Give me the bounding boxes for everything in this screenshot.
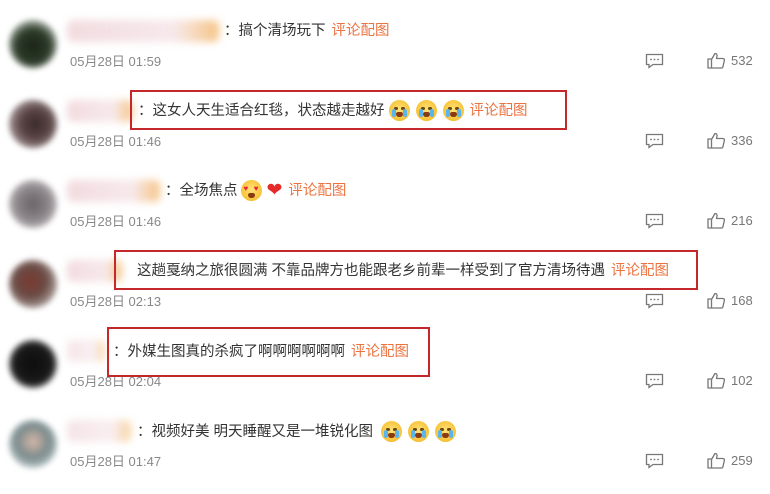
crying-face-icon	[408, 421, 430, 442]
username[interactable]	[67, 20, 219, 42]
comment-content: ：视频好美 明天睡醒又是一堆锐化图	[137, 421, 457, 442]
thumbs-up-icon[interactable]	[707, 212, 725, 229]
comment-icon[interactable]	[645, 453, 664, 469]
avatar[interactable]	[9, 340, 57, 388]
avatar[interactable]	[9, 260, 57, 308]
avatar[interactable]	[9, 20, 57, 68]
comment-content: ：全场焦点 ♥ ♥ ❤ 评论配图	[165, 180, 346, 201]
comment-image-link[interactable]: 评论配图	[288, 181, 346, 201]
comment-icon[interactable]	[645, 373, 664, 389]
crying-face-icon	[381, 421, 403, 442]
like-count: 102	[731, 373, 753, 388]
timestamp: 05月28日 01:47	[70, 454, 162, 469]
thumbs-up-icon[interactable]	[707, 52, 725, 69]
comment-text: ：搞个清场玩下	[224, 23, 326, 39]
comment-content: ：搞个清场玩下 评论配图	[224, 21, 390, 41]
comment-icon[interactable]	[645, 53, 664, 69]
thumbs-up-icon[interactable]	[707, 452, 725, 469]
comment-text: ：全场焦点	[165, 182, 238, 199]
heart-eyes-icon: ♥ ♥	[240, 180, 262, 201]
highlight-box	[130, 90, 567, 130]
like-count: 168	[731, 293, 753, 308]
thumbs-up-icon[interactable]	[707, 372, 725, 389]
like-count: 532	[731, 53, 753, 68]
crying-face-icon	[435, 421, 457, 442]
red-heart-icon: ❤	[266, 179, 283, 201]
timestamp: 05月28日 01:46	[70, 214, 162, 229]
username[interactable]	[67, 100, 133, 122]
comment-icon[interactable]	[645, 293, 664, 309]
like-count: 216	[731, 213, 753, 228]
highlight-box	[114, 250, 698, 290]
avatar[interactable]	[9, 100, 57, 148]
timestamp: 05月28日 01:46	[70, 134, 162, 149]
comment-text: ：视频好美 明天睡醒又是一堆锐化图	[137, 423, 374, 440]
username[interactable]	[67, 420, 131, 442]
comment-image-link[interactable]: 评论配图	[332, 21, 390, 41]
like-count: 336	[731, 133, 753, 148]
thumbs-up-icon[interactable]	[707, 292, 725, 309]
username[interactable]	[67, 180, 160, 202]
thumbs-up-icon[interactable]	[707, 132, 725, 149]
avatar[interactable]	[9, 180, 57, 228]
comment-icon[interactable]	[645, 133, 664, 149]
timestamp: 05月28日 02:13	[70, 294, 162, 309]
username[interactable]	[67, 340, 105, 362]
avatar[interactable]	[9, 420, 57, 468]
like-count: 259	[731, 453, 753, 468]
highlight-box	[107, 327, 430, 377]
timestamp: 05月28日 01:59	[70, 54, 162, 69]
comment-icon[interactable]	[645, 213, 664, 229]
